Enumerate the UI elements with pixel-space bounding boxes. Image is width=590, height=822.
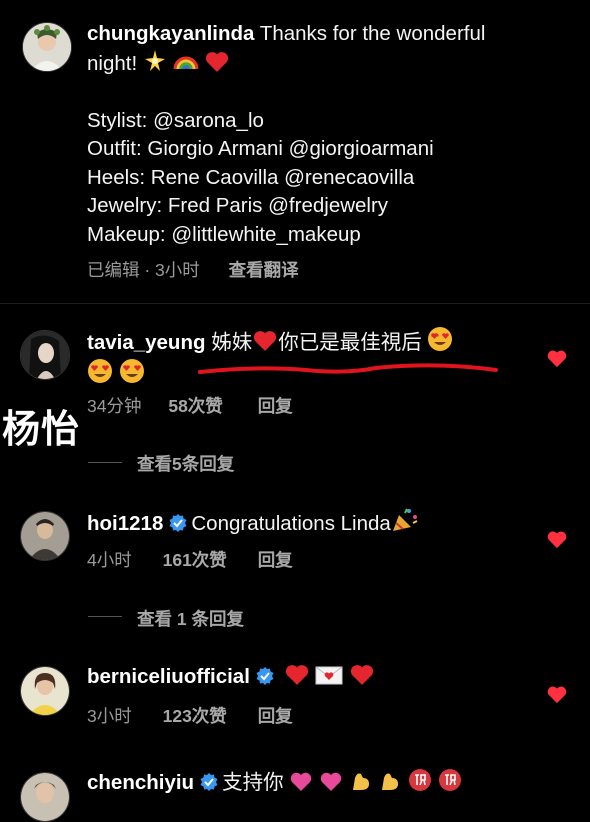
comment-body-b: 你已是最佳視后 (278, 331, 422, 354)
avatar-photo (23, 23, 71, 71)
reply-button[interactable]: 回复 (258, 550, 293, 570)
comment-text: berniceliuofficial (87, 662, 527, 692)
party-popper-icon (392, 508, 418, 531)
caption-line-1: chungkayanlinda Thanks for the wonderful (87, 20, 567, 49)
verified-badge-icon (256, 667, 274, 685)
heart-eyes-icon (119, 358, 144, 383)
caption-line-2: night! (87, 49, 567, 79)
comment-username[interactable]: chenchiyiu (87, 771, 194, 794)
flexed-biceps-icon (352, 773, 369, 790)
avatar-photo (21, 773, 69, 821)
comment-likes[interactable]: 123次赞 (163, 706, 227, 726)
edited-timestamp: 已编辑 · 3小时 (87, 260, 200, 280)
reply-button[interactable]: 回复 (258, 396, 293, 416)
comment-time: 34分钟 (87, 396, 142, 416)
comment-body: Congratulations Linda (191, 512, 391, 535)
caption-meta: 已编辑 · 3小时 查看翻译 (87, 257, 299, 282)
comment-body-a: 姊妹 (211, 331, 253, 354)
avatar[interactable] (20, 330, 70, 380)
comment-text: chenchiyiu 支持你 (87, 768, 567, 798)
comment-time: 3小时 (87, 706, 132, 726)
translate-link[interactable]: 查看翻译 (229, 260, 299, 280)
replies-line (88, 616, 122, 617)
avatar[interactable] (20, 772, 70, 822)
comment-text: hoi1218 Congratulations Linda (87, 507, 527, 539)
heart-icon (206, 51, 229, 72)
heart-icon (320, 772, 342, 791)
congratulations-kanji-icon (409, 769, 432, 791)
heart-icon (350, 665, 374, 685)
comment-likes[interactable]: 161次赞 (163, 550, 227, 570)
comment-username[interactable]: hoi1218 (87, 512, 163, 535)
avatar-photo (21, 512, 69, 560)
heart-eyes-icon (428, 327, 453, 351)
heart-icon (291, 772, 312, 791)
caption-divider (0, 303, 590, 304)
caption-credit: Outfit: Giorgio Armani @giorgioarmani (87, 137, 434, 160)
reply-button[interactable]: 回复 (258, 706, 293, 726)
flexed-biceps-icon (382, 773, 399, 790)
caption-credit: Heels: Rene Caovilla @renecaovilla (87, 165, 415, 189)
comment-body: 支持你 (222, 771, 284, 794)
verified-badge-icon (169, 514, 187, 532)
heart-eyes-icon (88, 358, 112, 383)
comment-meta: 4小时 161次赞 回复 (87, 547, 293, 572)
caption-username[interactable]: chungkayanlinda (87, 22, 254, 45)
rainbow-icon (173, 56, 199, 69)
comment-username[interactable]: tavia_yeung (87, 331, 206, 354)
watermark-label: 杨怡 (2, 407, 81, 451)
view-replies-button[interactable]: 查看5条回复 (137, 451, 234, 476)
verified-badge-icon (200, 773, 218, 791)
avatar-photo (21, 331, 69, 379)
avatar-photo (21, 667, 69, 715)
heart-icon (254, 331, 277, 351)
like-heart-icon[interactable] (546, 529, 568, 549)
caption-credit: Makeup: @littlewhite_makeup (87, 222, 361, 246)
view-replies-button[interactable]: 查看 1 条回复 (137, 606, 244, 631)
congratulations-kanji-icon (438, 769, 461, 791)
caption: chungkayanlinda Thanks for the wonderful… (87, 20, 567, 249)
annotation-underline (198, 363, 498, 374)
caption-credit: Jewelry: Fred Paris @fredjewelry (87, 194, 389, 217)
comment-username[interactable]: berniceliuofficial (87, 665, 250, 688)
like-heart-icon[interactable] (546, 348, 568, 368)
caption-text-line2: night! (87, 51, 138, 75)
replies-line (88, 462, 122, 463)
caption-credit: Stylist: @sarona_lo (87, 108, 264, 132)
caption-text-line1: Thanks for the wonderful (259, 22, 486, 45)
comment-meta: 34分钟 58次赞 回复 (87, 393, 293, 418)
avatar[interactable] (20, 666, 70, 716)
avatar[interactable] (22, 22, 72, 72)
like-heart-icon[interactable] (546, 684, 568, 704)
comment-likes[interactable]: 58次赞 (168, 396, 222, 416)
envelope-heart-icon (315, 666, 343, 685)
avatar[interactable] (20, 511, 70, 561)
heart-icon (285, 665, 308, 685)
comment-time: 4小时 (87, 550, 132, 570)
sparkle-icon (144, 49, 165, 71)
comment-meta: 3小时 123次赞 回复 (87, 703, 293, 728)
